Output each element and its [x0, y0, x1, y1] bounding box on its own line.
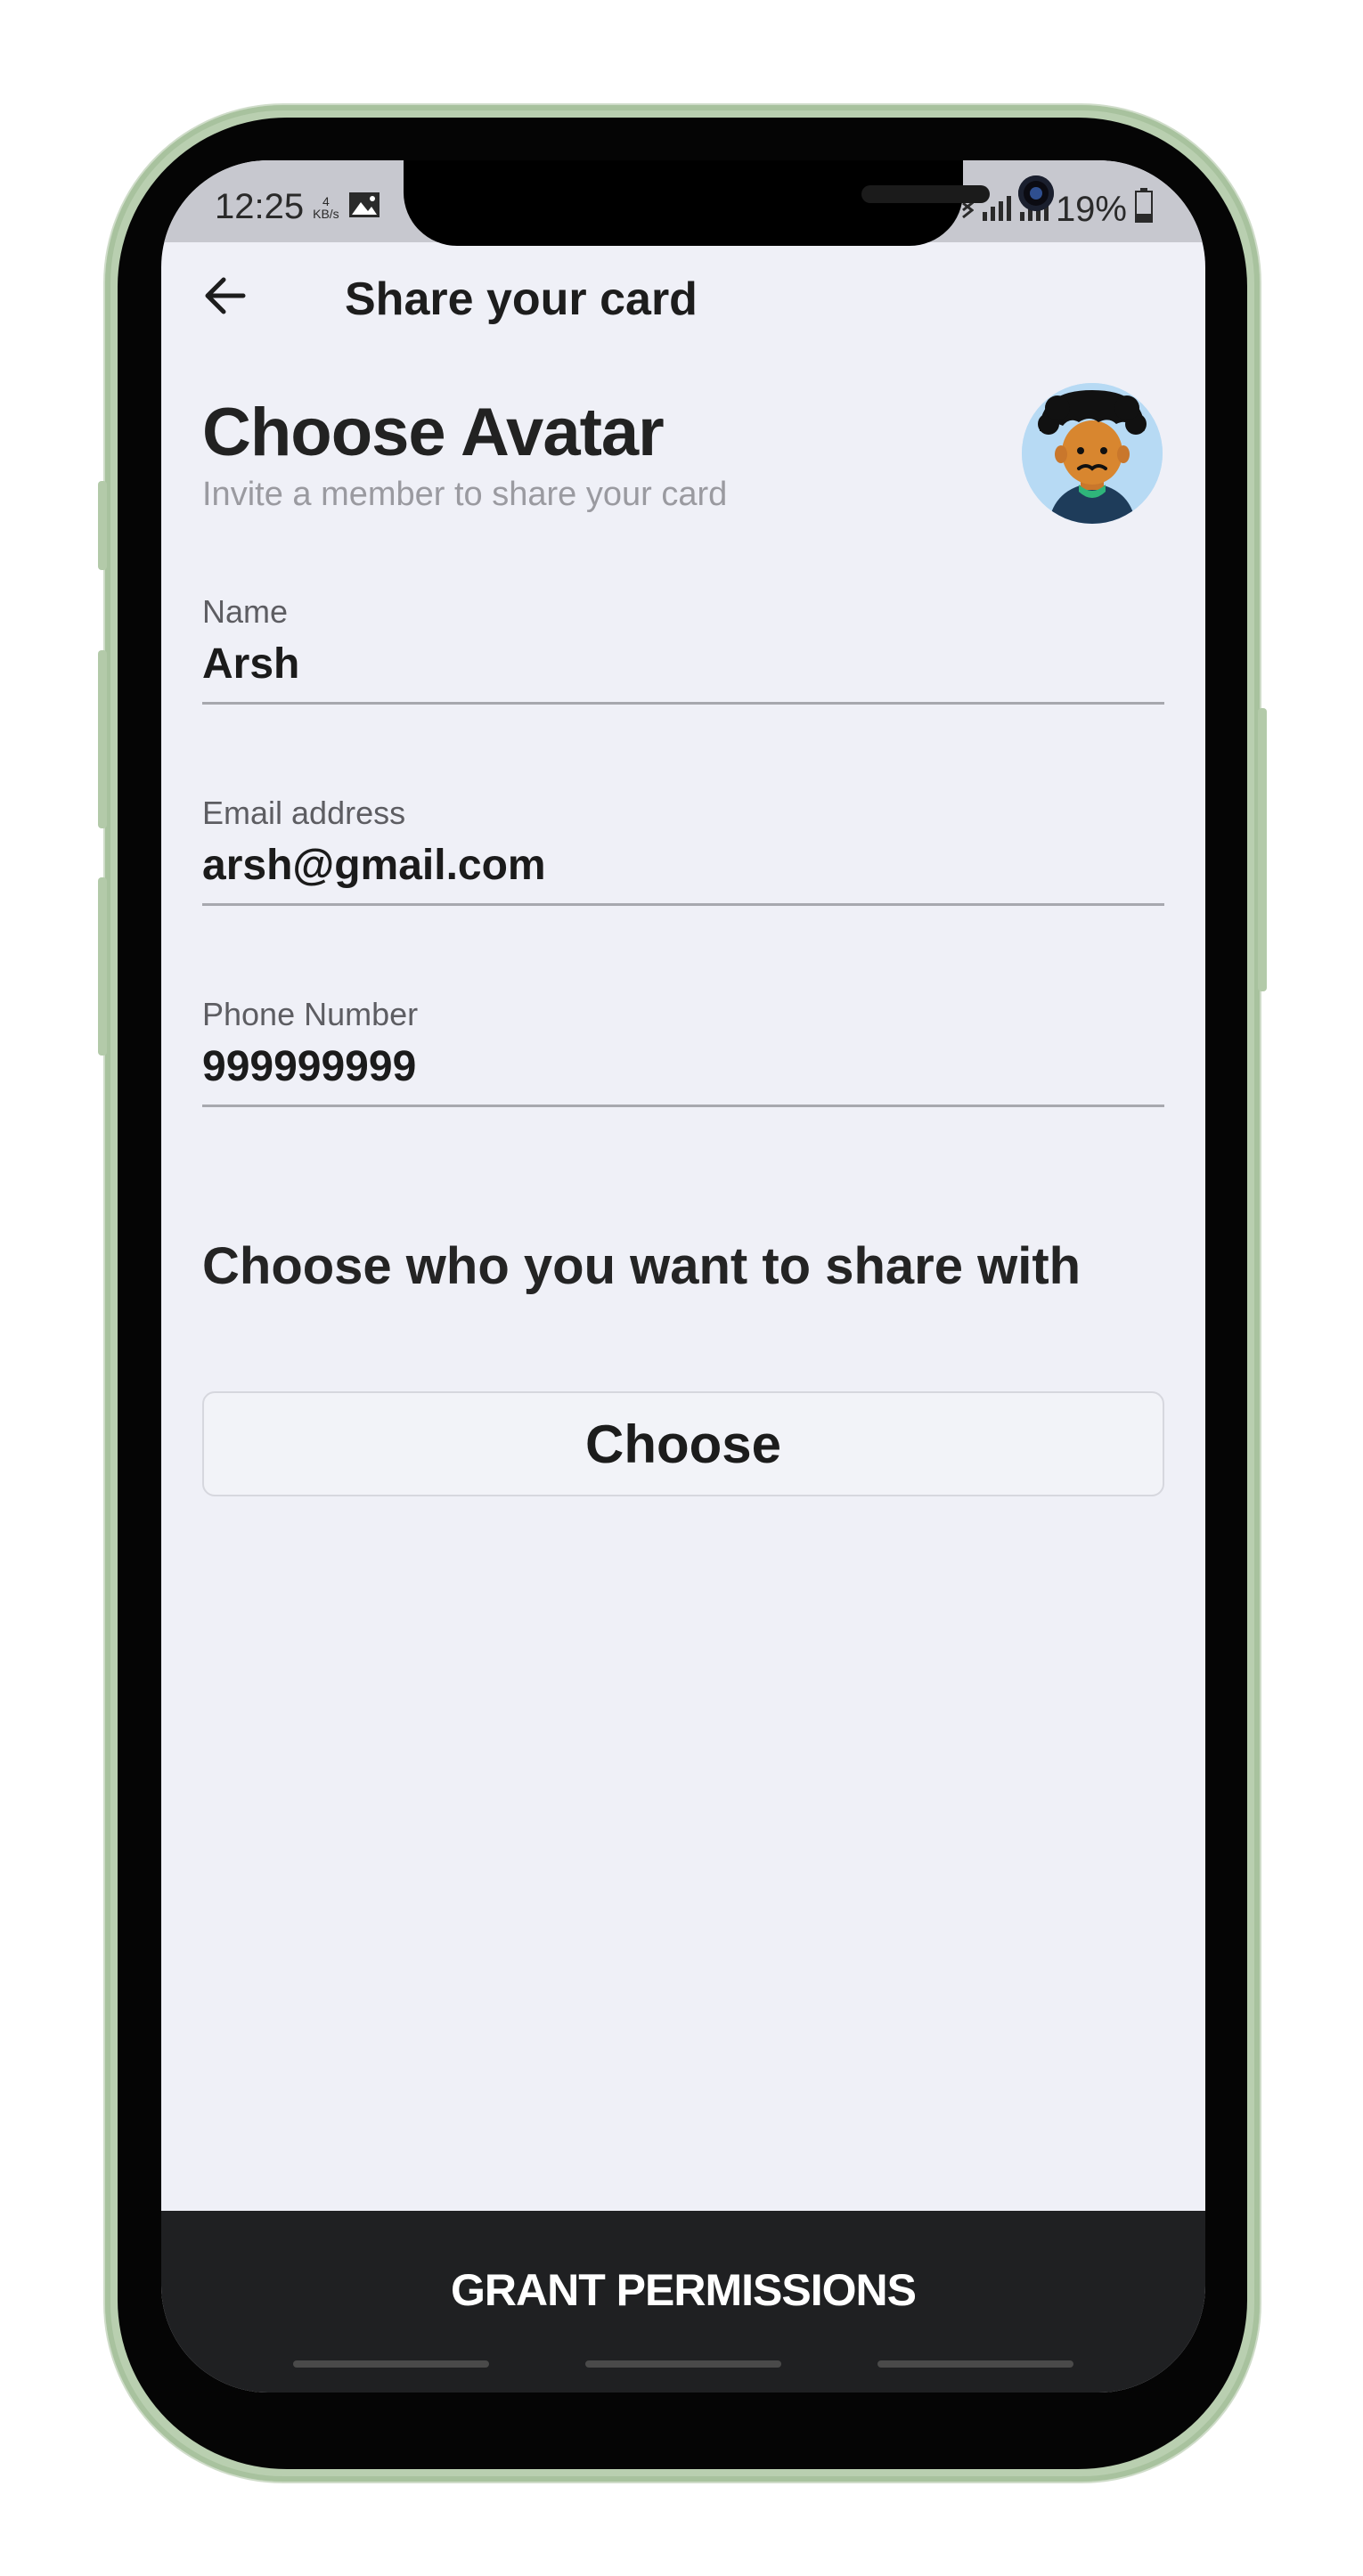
status-time: 12:25 [215, 187, 305, 226]
phone-side-button [98, 650, 107, 828]
nav-bar-pill [293, 2360, 489, 2368]
battery-percent: 19% [1055, 189, 1127, 229]
share-heading: Choose who you want to share with [202, 1237, 1081, 1295]
gallery-icon [348, 187, 380, 227]
grant-permissions-label: GRANT PERMISSIONS [451, 2265, 917, 2315]
nav-bar-pill [585, 2360, 781, 2368]
name-label: Name [202, 593, 289, 630]
front-camera [1018, 175, 1054, 211]
email-input[interactable]: arsh@gmail.com [202, 841, 1164, 890]
name-underline [202, 702, 1164, 705]
app-header: Share your card [161, 242, 1205, 349]
avatar[interactable] [1022, 383, 1163, 524]
earpiece-speaker [861, 185, 990, 203]
choose-button[interactable]: Choose [202, 1391, 1164, 1496]
back-arrow-icon[interactable] [200, 271, 250, 321]
phone-side-button [98, 877, 107, 1056]
page-title: Choose Avatar [202, 395, 665, 470]
phone-side-button [1258, 708, 1267, 991]
page-subtitle: Invite a member to share your card [202, 476, 728, 513]
status-left: 12:25 4 KB/s [215, 187, 380, 227]
email-label: Email address [202, 795, 406, 831]
name-field[interactable]: Name Arsh [202, 593, 1164, 705]
phone-input[interactable]: 999999999 [202, 1042, 1164, 1091]
phone-screen: 12:25 4 KB/s 19% Share your card Choose … [161, 160, 1205, 2393]
avatar-illustration-icon [1022, 383, 1163, 524]
battery-icon [1134, 187, 1154, 232]
phone-underline [202, 1105, 1164, 1107]
network-speed-unit: KB/s [313, 206, 339, 221]
phone-field[interactable]: Phone Number 999999999 [202, 996, 1164, 1107]
phone-side-button [98, 481, 107, 570]
phone-label: Phone Number [202, 996, 419, 1032]
status-right: 19% [961, 187, 1154, 232]
phone-notch [404, 160, 1054, 246]
email-underline [202, 903, 1164, 906]
email-field[interactable]: Email address arsh@gmail.com [202, 795, 1164, 906]
nav-bar-pill [877, 2360, 1073, 2368]
app-title: Share your card [345, 273, 698, 325]
network-speed: 4 KB/s [313, 195, 339, 220]
name-input[interactable]: Arsh [202, 640, 1164, 689]
